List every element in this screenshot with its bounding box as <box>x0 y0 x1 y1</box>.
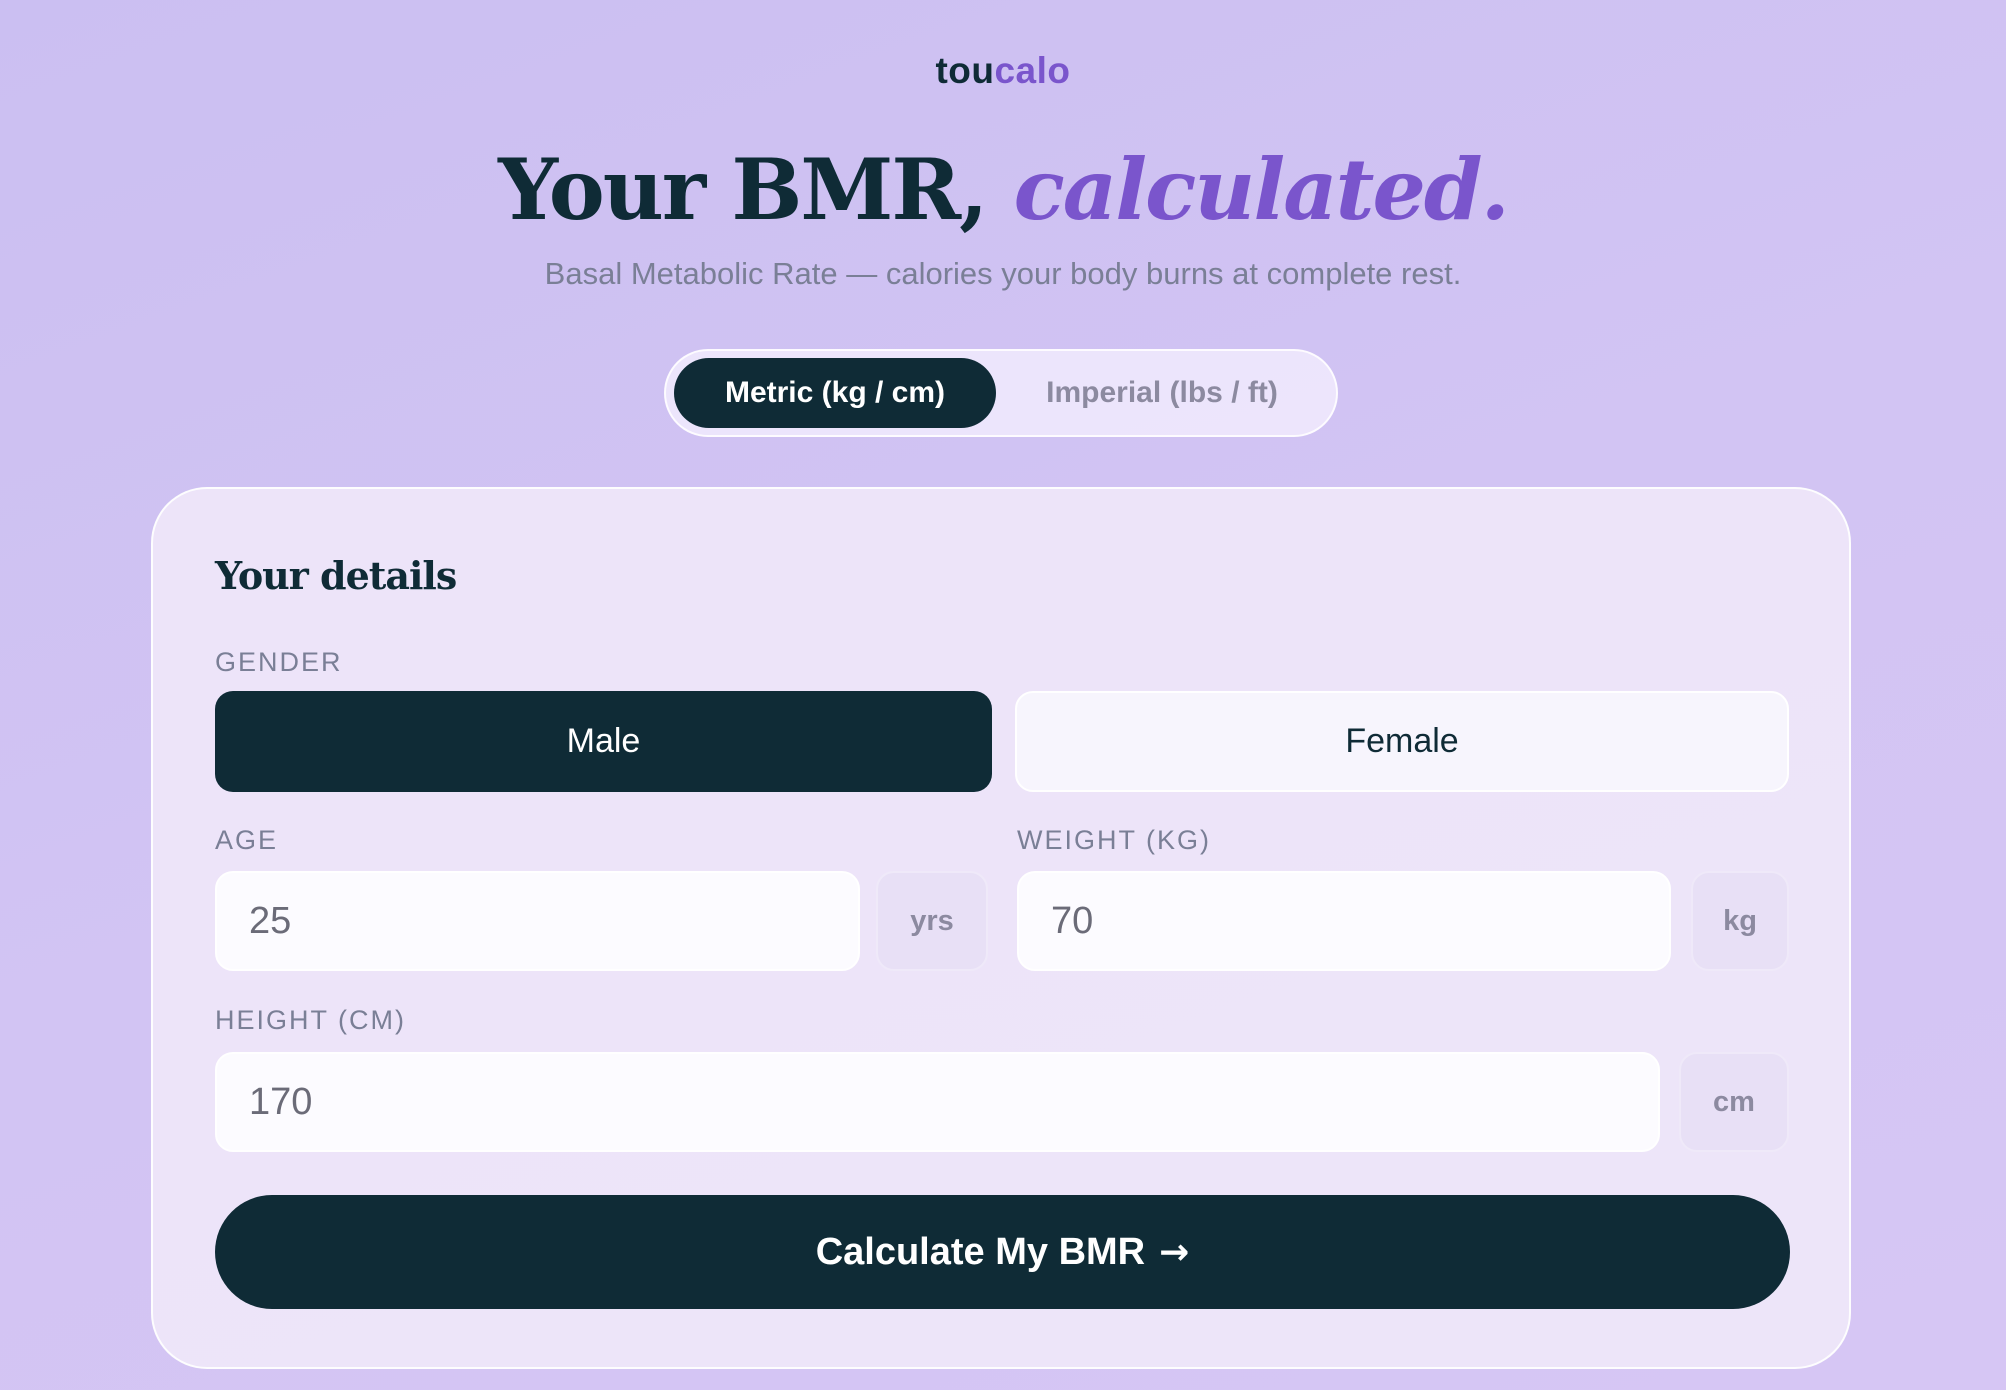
page-title-main: Your BMR, <box>498 140 988 239</box>
age-unit: yrs <box>876 871 988 971</box>
height-label: HEIGHT (CM) <box>215 1005 406 1035</box>
unit-toggle: Metric (kg / cm) Imperial (lbs / ft) <box>664 349 1338 437</box>
card-title: Your details <box>215 553 457 598</box>
brand-logo-part2: calo <box>994 50 1071 91</box>
height-unit: cm <box>1679 1052 1789 1152</box>
imperial-toggle-button[interactable]: Imperial (lbs / ft) <box>996 358 1328 428</box>
weight-input-box[interactable] <box>1017 871 1671 971</box>
arrow-right-icon: → <box>1159 1231 1190 1273</box>
weight-label: WEIGHT (KG) <box>1017 825 1211 855</box>
page-subtitle: Basal Metabolic Rate — calories your bod… <box>544 256 1462 291</box>
height-input-box[interactable] <box>215 1052 1660 1152</box>
details-card: Your details GENDER Male Female AGE yrs … <box>151 487 1851 1369</box>
height-input[interactable] <box>249 1080 1658 1124</box>
age-input-box[interactable] <box>215 871 860 971</box>
age-label: AGE <box>215 825 279 855</box>
calculate-bmr-label: Calculate My BMR <box>815 1230 1146 1273</box>
gender-label: GENDER <box>215 647 343 677</box>
age-input[interactable] <box>249 899 858 943</box>
calculate-bmr-button[interactable]: Calculate My BMR → <box>215 1195 1790 1309</box>
weight-unit: kg <box>1691 871 1789 971</box>
gender-male-button[interactable]: Male <box>215 691 992 792</box>
brand-logo-part1: tou <box>935 50 995 91</box>
brand-logo: toucalo <box>0 50 2006 92</box>
page-title: Your BMR, calculated. <box>0 140 2006 239</box>
weight-input[interactable] <box>1051 899 1669 943</box>
gender-female-button[interactable]: Female <box>1015 691 1789 792</box>
metric-toggle-button[interactable]: Metric (kg / cm) <box>674 358 996 428</box>
page-title-accent: calculated. <box>1013 140 1510 239</box>
